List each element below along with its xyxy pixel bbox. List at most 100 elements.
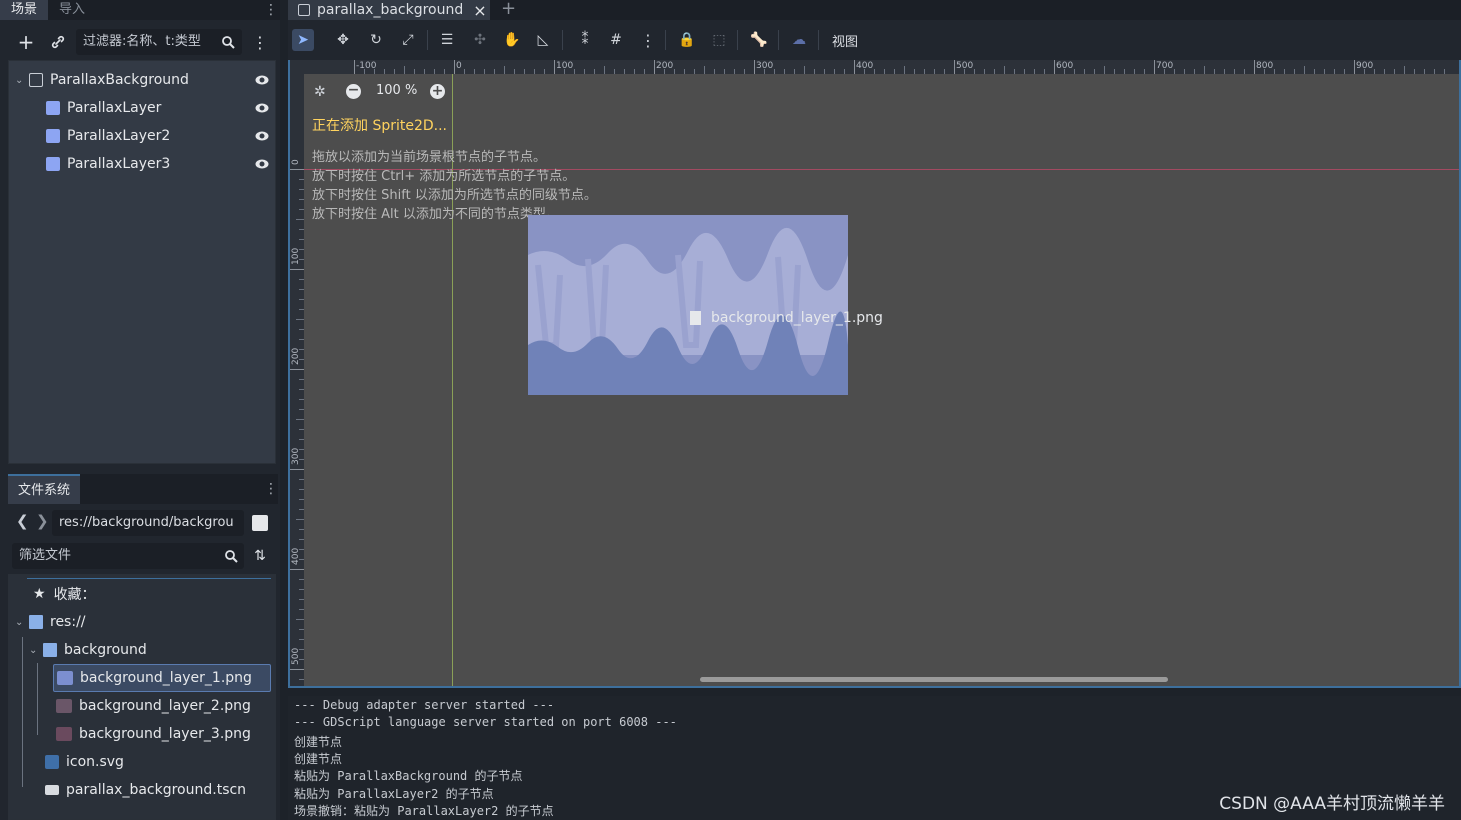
tab-import[interactable]: 导入 [48,0,96,20]
lock-icon[interactable]: 🔒 [676,29,698,51]
scene-options-icon[interactable]: ⋮ [249,31,271,53]
tab-parallax-background[interactable]: parallax_background × [288,0,490,20]
ruler-minor-tick [1294,69,1295,74]
add-node-icon[interactable]: + [15,30,37,54]
parallax-layer-icon [46,157,60,171]
favorites-row[interactable]: ★ 收藏： [33,580,273,608]
ruler-minor-tick [296,219,304,220]
tree-row-layer3[interactable]: ParallaxLayer3 [46,150,277,178]
cloud-icon[interactable]: ☁ [788,29,810,51]
ruler-minor-tick [1434,69,1435,74]
file-label: background_layer_1.png [80,670,252,686]
ruler-minor-tick [924,69,925,74]
tree-guide-line [37,663,38,735]
link-icon[interactable] [47,31,69,53]
ruler-minor-tick [794,69,795,74]
ruler-minor-tick [1374,69,1375,74]
folder-row-background[interactable]: ⌄ background [29,636,277,664]
tree-row-layer2[interactable]: ParallaxLayer2 [46,122,277,150]
canvas-viewport[interactable]: -100 0 100 200 300 400 500 600 700 800 900 0 100 200… [288,60,1461,688]
horizontal-ruler: -100 0 100 200 300 400 500 600 700 800 900 [290,60,1459,74]
vertical-ruler: 0 100 200 300 400 500 [290,74,304,686]
select-mode-icon[interactable]: ➤ [292,29,314,51]
horizontal-scrollbar[interactable] [700,677,1168,682]
ruler-mode-icon[interactable]: ◺ [532,29,554,51]
bone-icon[interactable]: 🦴 [748,29,770,51]
res-label: res:// [50,614,86,630]
scene-dock-menu-icon[interactable]: ⋮ [264,3,278,17]
sort-icon[interactable]: ⇅ [249,545,271,567]
ruler-minor-tick [299,179,304,180]
pivot-icon[interactable]: ✣ [469,29,491,51]
ruler-minor-tick [434,69,435,74]
ruler-minor-tick [299,639,304,640]
list-select-icon[interactable]: ☰ [436,29,458,51]
ruler-minor-tick [404,66,405,74]
ruler-minor-tick [814,69,815,74]
file-row-selected[interactable]: background_layer_1.png [53,664,271,692]
canvas-toolbar: ➤ ✥ ↻ ⤢ ☰ ✣ ✋ ◺ ⁑ # ⋮ 🔒 ⬚ 🦴 ☁ 视图 [288,20,1461,60]
zoom-in-icon[interactable]: + [430,84,445,99]
favorites-label: 收藏： [53,587,96,603]
chevron-down-icon[interactable]: ⌄ [29,645,43,656]
back-arrow-icon[interactable]: ❮ [16,512,29,530]
ruler-minor-tick [534,69,535,74]
ruler-minor-tick [744,69,745,74]
fs-path-input[interactable]: res://background/backgrou [52,510,244,536]
res-row[interactable]: ⌄ res:// [15,608,277,636]
visibility-eye-icon[interactable] [255,129,269,143]
ruler-minor-tick [1124,69,1125,74]
visibility-eye-icon[interactable] [255,101,269,115]
ruler-minor-tick [299,609,304,610]
file-row[interactable]: parallax_background.tscn [45,776,271,804]
grid-snap-icon[interactable]: # [605,29,627,51]
tab-filesystem[interactable]: 文件系统 [8,474,81,504]
ruler-minor-tick [299,579,304,580]
smart-snap-icon[interactable]: ⁑ [574,29,596,51]
chevron-down-icon[interactable]: ⌄ [15,617,29,628]
tab-scene[interactable]: 场景 [0,0,49,20]
add-tab-icon[interactable]: + [501,0,516,19]
file-row[interactable]: background_layer_2.png [56,692,271,720]
ruler-minor-tick [299,309,304,310]
chevron-down-icon[interactable]: ⌄ [15,75,29,86]
close-icon[interactable]: × [473,1,486,20]
ruler-minor-tick [299,439,304,440]
ruler-major-tick [954,60,955,74]
toolbar-separator [737,30,738,50]
ruler-minor-tick [1094,69,1095,74]
file-row[interactable]: background_layer_3.png [56,720,271,748]
scene-filter-placeholder: 过滤器:名称、t:类型 [83,34,201,49]
pan-mode-icon[interactable]: ✋ [501,29,523,51]
view-menu[interactable]: 视图 [832,31,858,50]
fs-dock-menu-icon[interactable]: ⋮ [264,482,278,496]
ruler-minor-tick [1264,69,1265,74]
zoom-out-icon[interactable]: − [346,83,361,99]
tree-row-root[interactable]: ⌄ ParallaxBackground [15,66,277,94]
scale-mode-icon[interactable]: ⤢ [397,29,419,51]
drop-hint: 放下时按住 Ctrl+ 添加为所选节点的子节点。 [312,169,576,184]
zoom-level[interactable]: 100 % [376,83,417,98]
center-view-icon[interactable]: ✲ [314,84,326,100]
ruler-minor-tick [784,69,785,74]
node-label: ParallaxLayer2 [67,128,171,144]
ruler-minor-tick [1164,69,1165,74]
ruler-minor-tick [1404,66,1405,74]
snap-options-icon[interactable]: ⋮ [637,29,659,51]
visibility-eye-icon[interactable] [255,157,269,171]
fs-filter-input[interactable]: 筛选文件 [12,543,244,569]
file-row[interactable]: icon.svg [45,748,271,776]
ruler-major-tick [1054,60,1055,74]
move-mode-icon[interactable]: ✥ [332,29,354,51]
ruler-major-tick [454,60,455,74]
group-icon[interactable]: ⬚ [708,29,730,51]
rotate-mode-icon[interactable]: ↻ [365,29,387,51]
visibility-eye-icon[interactable] [255,73,269,87]
scene-tab-label: parallax_background [317,2,464,18]
forward-arrow-icon[interactable]: ❯ [36,512,49,530]
ruler-major-tick [1254,60,1255,74]
ruler-minor-tick [904,66,905,74]
ruler-minor-tick [1134,69,1135,74]
split-view-icon[interactable] [252,515,268,531]
tree-row-layer1[interactable]: ParallaxLayer [46,94,277,122]
